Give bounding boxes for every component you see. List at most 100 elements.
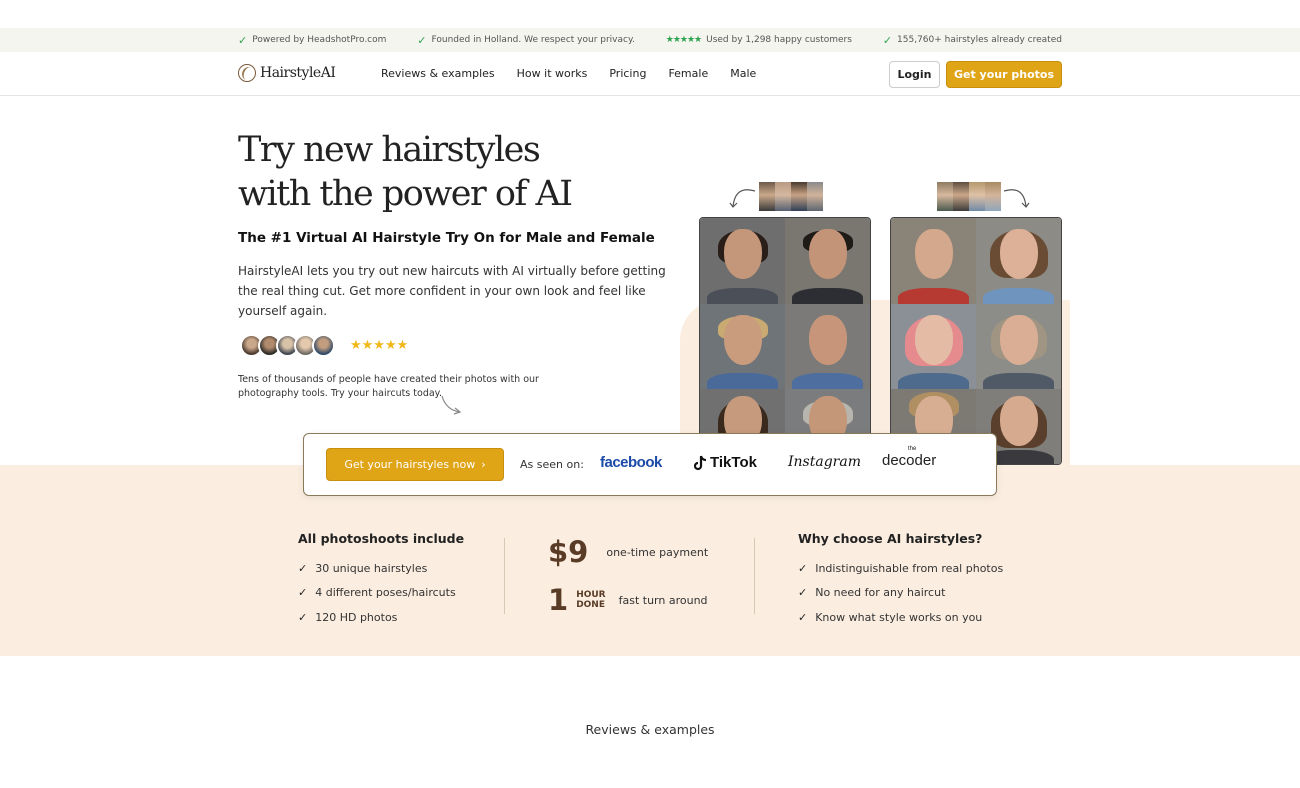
thumbnail-image (791, 182, 807, 211)
feature-text: Indistinguishable from real photos (815, 561, 1004, 575)
feature-text: 120 HD photos (315, 610, 398, 624)
button-label: Get your hairstyles now (344, 458, 476, 471)
why-choose: Why choose AI hairstyles? ✓ Indistinguish… (798, 531, 1003, 630)
list-item: ✓ Indistinguishable from real photos (798, 556, 1003, 581)
as-seen-on-label: As seen on: (520, 458, 584, 471)
logo-icon (238, 64, 256, 82)
check-icon: ✓ (298, 586, 308, 600)
hairstyle-photo (785, 218, 870, 304)
divider (754, 538, 755, 614)
hairstyle-photo (891, 218, 976, 304)
turnaround-block: 1 HOUR DONE fast turn around (548, 583, 708, 617)
hour-done-label: HOUR DONE (576, 590, 605, 610)
check-icon: ✓ (798, 610, 808, 624)
hairstyle-photo (785, 304, 870, 389)
hero-description: HairstyleAI lets you try out new haircut… (238, 264, 666, 318)
hairstyle-photo (976, 218, 1061, 304)
feature-title: Why choose AI hairstyles? (798, 531, 983, 546)
done-label: DONE (576, 600, 605, 610)
topbar-text: 155,760+ hairstyles already created (897, 35, 1062, 45)
check-icon: ✓ (238, 33, 248, 47)
feature-text: 4 different poses/haircuts (315, 586, 456, 600)
nav-link-reviews[interactable]: Reviews & examples (381, 67, 495, 80)
thumbnail-image (937, 182, 953, 211)
logo-text: HairstyleAI (260, 65, 336, 81)
decoder-logo: the decoder (882, 446, 937, 469)
feature-text: 30 unique hairstyles (315, 561, 428, 575)
hour-label: HOUR (576, 590, 606, 600)
hairstyle-photo (891, 304, 976, 389)
tiktok-text: TikTok (710, 454, 757, 471)
nav-links: Reviews & examples How it works Pricing … (381, 67, 756, 80)
thumbnail-image (953, 182, 969, 211)
nav-link-how-it-works[interactable]: How it works (517, 67, 588, 80)
check-icon: ✓ (298, 610, 308, 624)
curved-arrow-icon (729, 189, 756, 208)
list-item: ✓ Know what style works on you (798, 605, 1003, 630)
check-icon: ✓ (798, 561, 808, 575)
price-caption: one-time payment (606, 545, 709, 559)
turnaround-caption: fast turn around (618, 593, 708, 607)
login-button[interactable]: Login (889, 61, 940, 88)
list-item: ✓ No need for any haircut (798, 581, 1003, 606)
check-icon: ✓ (298, 561, 308, 575)
facebook-logo: facebook (600, 454, 662, 471)
nav-link-female[interactable]: Female (668, 67, 708, 80)
chevron-right-icon: › (481, 458, 486, 471)
thumbnail-image (807, 182, 823, 211)
customer-avatars (240, 334, 335, 357)
cta-card: Get your hairstyles now › As seen on: fa… (303, 433, 997, 496)
hairstyle-photo (700, 304, 785, 389)
price-value: $9 (548, 535, 589, 569)
photoshoot-includes: All photoshoots include ✓ 30 unique hairs… (298, 531, 464, 630)
feature-text: No need for any haircut (815, 586, 946, 600)
hero-title: Try new hairstyles with the power of AI (238, 128, 573, 216)
star-rating: ★★★★★ (350, 338, 409, 353)
hairstyle-photo (700, 218, 785, 304)
get-photos-button[interactable]: Get your photos (946, 61, 1062, 88)
get-hairstyles-button[interactable]: Get your hairstyles now › (326, 448, 504, 481)
feature-title: All photoshoots include (298, 531, 465, 546)
thumbnail-image (969, 182, 985, 211)
main-navbar: HairstyleAI Reviews & examples How it wo… (0, 52, 1300, 96)
hero-title-line-2: with the power of AI (238, 174, 573, 214)
price-block: $9 one-time payment (548, 535, 708, 569)
check-icon: ✓ (798, 586, 808, 600)
topbar-item-created: ✓ 155,760+ hairstyles already created (883, 34, 1062, 47)
check-icon: ✓ (882, 33, 893, 47)
thumbnail-image (985, 182, 1001, 211)
topbar-item-powered: ✓ Powered by HeadshotPro.com (238, 34, 386, 47)
divider (504, 538, 505, 614)
topbar-text: Used by 1,298 happy customers (706, 35, 852, 45)
list-item: ✓ 30 unique hairstyles (298, 556, 464, 581)
decoder-text: decoder (882, 452, 937, 469)
site-logo[interactable]: HairstyleAI (238, 64, 336, 82)
feature-text: Know what style works on you (815, 610, 983, 624)
hero-subtitle: The #1 Virtual AI Hairstyle Try On for M… (238, 230, 655, 246)
thumbnail-image (775, 182, 791, 211)
stars-icon: ★★★★★ (665, 35, 702, 45)
check-icon: ✓ (417, 33, 427, 47)
female-before-thumbnails (937, 182, 1001, 211)
reviews-section-heading: Reviews & examples (585, 722, 715, 737)
instagram-logo: Instagram (788, 454, 861, 470)
topbar-item-founded: ✓ Founded in Holland. We respect your pr… (417, 34, 635, 47)
topbar-text: Powered by HeadshotPro.com (252, 35, 387, 45)
hairstyle-photo (976, 304, 1061, 389)
avatar (312, 334, 335, 357)
list-item: ✓ 120 HD photos (298, 605, 464, 630)
hero-title-line-1: Try new hairstyles (238, 130, 541, 170)
curved-arrow-icon (441, 395, 462, 415)
tiktok-logo: TikTok (694, 454, 757, 471)
topbar-text: Founded in Holland. We respect your priv… (431, 35, 635, 45)
nav-link-male[interactable]: Male (730, 67, 756, 80)
thumbnail-image (759, 182, 775, 211)
topbar-item-customers: ★★★★★ Used by 1,298 happy customers (666, 35, 852, 45)
list-item: ✓ 4 different poses/haircuts (298, 581, 464, 606)
decoder-small-text: the (908, 446, 917, 452)
curved-arrow-icon (1003, 189, 1030, 208)
nav-link-pricing[interactable]: Pricing (609, 67, 646, 80)
top-info-bar: ✓ Powered by HeadshotPro.com ✓ Founded i… (0, 28, 1300, 52)
social-proof-text: Tens of thousands of people have created… (238, 374, 539, 399)
female-hairstyle-grid (890, 217, 1062, 465)
